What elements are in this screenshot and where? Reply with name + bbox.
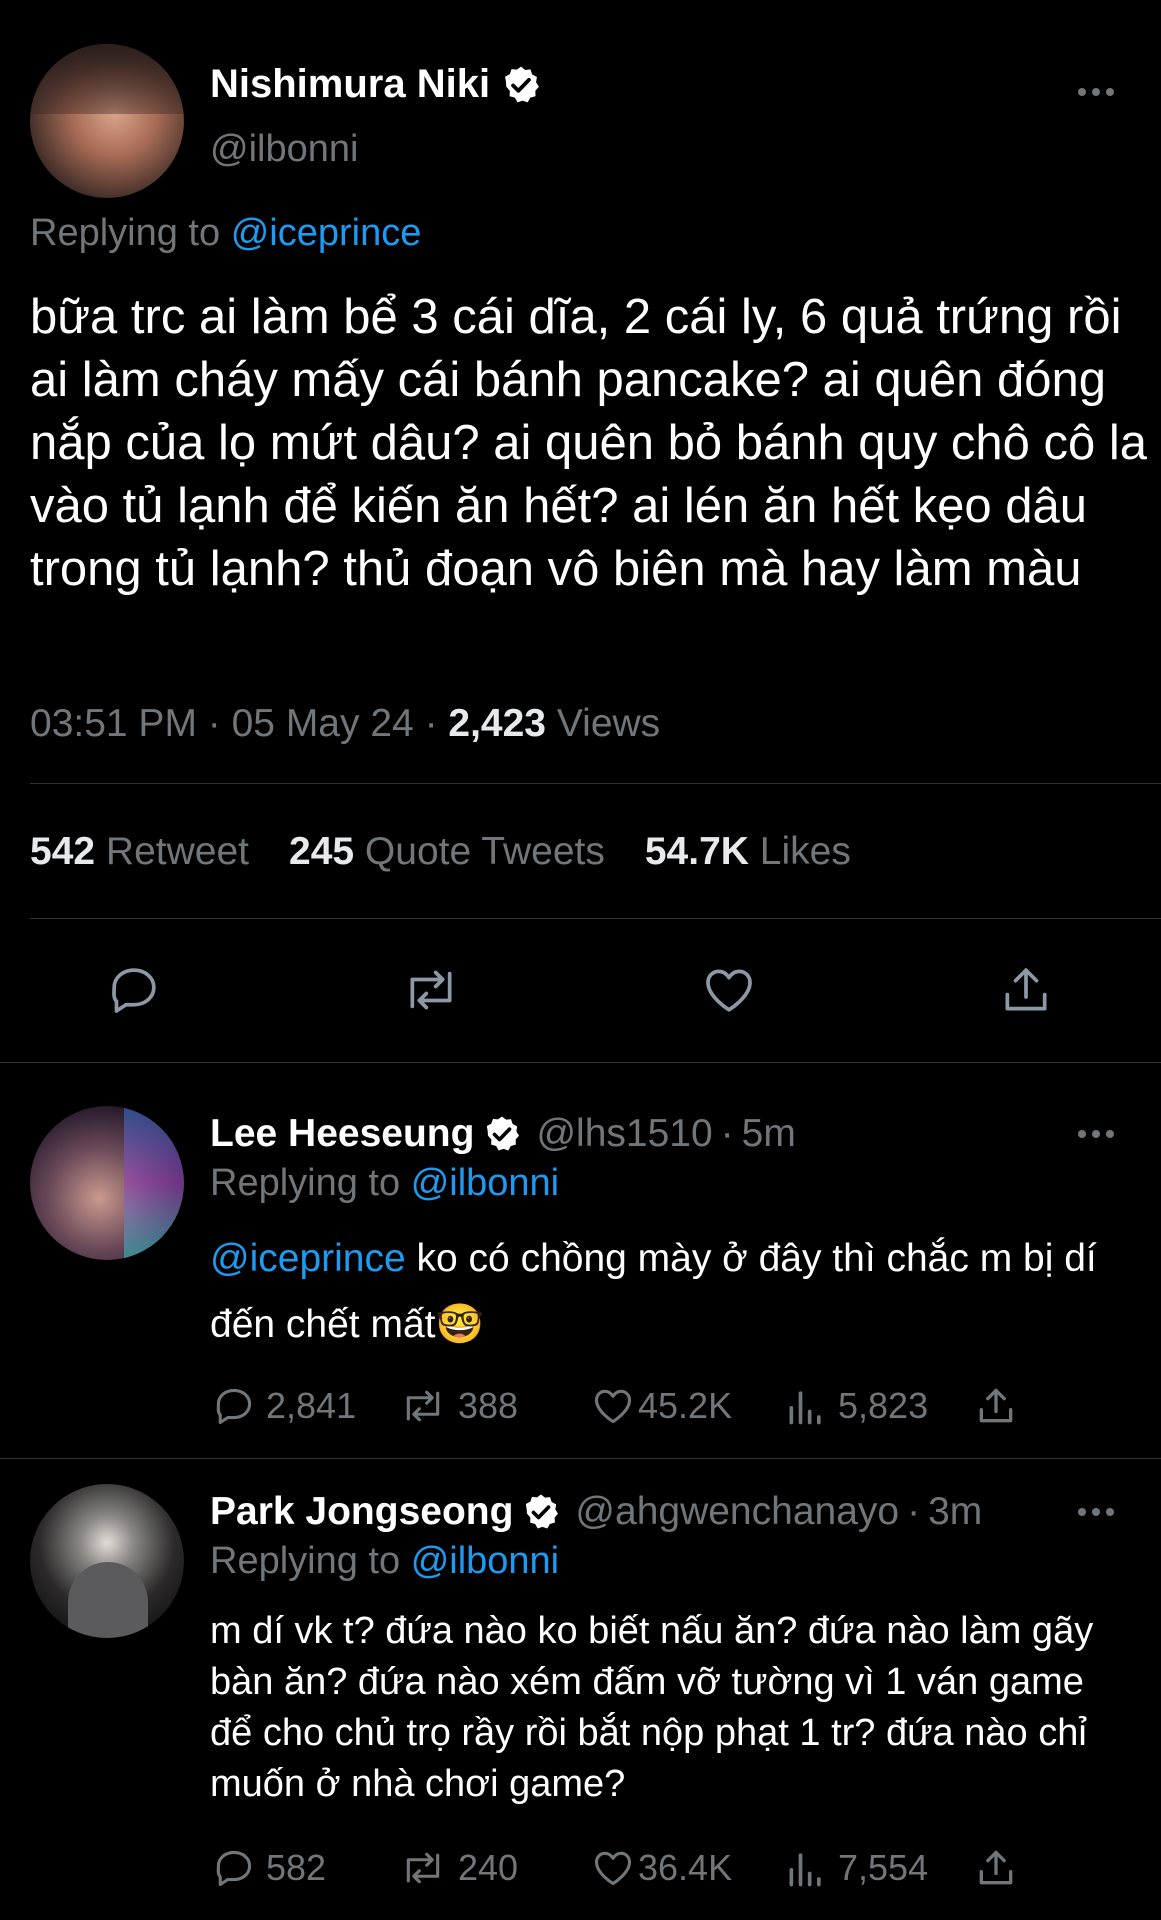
replying-mention-link[interactable]: @iceprince xyxy=(231,212,422,254)
quotes-label: Quote Tweets xyxy=(364,830,605,873)
views-count: 5,823 xyxy=(838,1385,929,1426)
like-action[interactable]: 45.2K xyxy=(590,1384,732,1428)
retweet-count: 240 xyxy=(458,1847,519,1888)
retweet-button[interactable] xyxy=(400,962,462,1018)
views-icon xyxy=(789,1853,821,1887)
tweet-age: 3m xyxy=(928,1490,983,1533)
retweet-action[interactable]: 388 xyxy=(398,1384,518,1428)
verified-badge-icon xyxy=(482,1114,522,1154)
reply-action[interactable]: 2,841 xyxy=(212,1384,356,1428)
retweet-count: 388 xyxy=(458,1385,519,1426)
avatar[interactable] xyxy=(30,1484,184,1638)
reply-count: 2,841 xyxy=(266,1385,357,1426)
tweet-date: 05 May 24 xyxy=(231,702,414,745)
retweets-stat[interactable]: 542 Retweet xyxy=(30,830,249,874)
author-name[interactable]: Nishimura Niki xyxy=(210,62,490,107)
heart-icon xyxy=(594,1851,632,1886)
reply-button[interactable] xyxy=(106,962,162,1018)
heart-icon xyxy=(594,1389,632,1424)
verified-badge-icon xyxy=(500,64,542,106)
reply-icon xyxy=(112,968,156,1013)
author-name[interactable]: Lee Heeseung xyxy=(210,1112,474,1156)
divider xyxy=(30,783,1161,784)
like-action[interactable]: 36.4K xyxy=(590,1846,732,1890)
views-count: 7,554 xyxy=(838,1847,929,1888)
share-icon xyxy=(1005,968,1047,1011)
replying-to: Replying to @ilbonni xyxy=(210,1162,559,1205)
divider xyxy=(30,918,1161,919)
avatar[interactable] xyxy=(30,1106,184,1260)
share-icon xyxy=(979,1850,1013,1885)
author-handle[interactable]: @ilbonni xyxy=(210,128,358,171)
reply-icon xyxy=(216,1850,252,1887)
more-options-icon[interactable] xyxy=(1078,1130,1114,1138)
more-options-icon[interactable] xyxy=(1078,1508,1114,1516)
views-label: Views xyxy=(556,702,661,745)
views-action[interactable]: 7,554 xyxy=(784,1846,928,1890)
replying-label: Replying to xyxy=(210,1162,401,1204)
retweet-icon xyxy=(410,970,452,1010)
more-options-icon[interactable] xyxy=(1078,88,1114,96)
replying-label: Replying to xyxy=(210,1540,401,1582)
replying-mention-link[interactable]: @ilbonni xyxy=(411,1162,559,1204)
author-handle[interactable]: @ahgwenchanayo xyxy=(575,1490,899,1534)
tweet-meta: 03:51 PM · 05 May 24 · 2,423 Views xyxy=(30,702,661,745)
divider xyxy=(0,1458,1161,1459)
quotes-count: 245 xyxy=(289,830,355,873)
engagement-stats: 542 Retweet 245 Quote Tweets 54.7K Likes xyxy=(30,830,851,874)
avatar[interactable] xyxy=(30,44,184,198)
like-count: 45.2K xyxy=(638,1385,733,1426)
replying-label: Replying to xyxy=(30,212,221,254)
mention-link[interactable]: @iceprince xyxy=(210,1237,406,1280)
likes-stat[interactable]: 54.7K Likes xyxy=(645,830,851,874)
replying-to: Replying to @ilbonni xyxy=(210,1540,559,1583)
reply-body: m dí vk t? đứa nào ko biết nấu ăn? đứa n… xyxy=(210,1610,1094,1805)
share-action[interactable] xyxy=(974,1384,1018,1428)
reply-action[interactable]: 582 xyxy=(212,1846,326,1890)
share-button[interactable] xyxy=(998,962,1054,1018)
retweet-icon xyxy=(406,1390,440,1422)
quotes-stat[interactable]: 245 Quote Tweets xyxy=(289,830,605,874)
retweets-count: 542 xyxy=(30,830,96,873)
views-icon xyxy=(789,1391,821,1425)
retweet-icon xyxy=(406,1852,440,1884)
author-name[interactable]: Park Jongseong xyxy=(210,1490,513,1534)
likes-count: 54.7K xyxy=(644,830,749,873)
likes-label: Likes xyxy=(759,830,851,873)
author-name-row: Nishimura Niki xyxy=(210,62,542,107)
verified-badge-icon xyxy=(521,1492,561,1532)
retweet-action[interactable]: 240 xyxy=(398,1846,518,1890)
views-count: 2,423 xyxy=(448,702,546,745)
reply-header: Park Jongseong @ahgwenchanayo · 3m xyxy=(210,1490,983,1534)
share-icon xyxy=(979,1388,1013,1423)
replying-to: Replying to @iceprince xyxy=(30,212,421,255)
tweet-time: 03:51 PM xyxy=(30,702,197,745)
reply-text: @iceprince ko có chồng mày ở đây thì chắ… xyxy=(210,1226,1130,1358)
reply-count: 582 xyxy=(266,1847,327,1888)
share-action[interactable] xyxy=(974,1846,1018,1890)
like-count: 36.4K xyxy=(638,1847,733,1888)
divider xyxy=(0,1062,1161,1063)
retweets-label: Retweet xyxy=(105,830,249,873)
views-action[interactable]: 5,823 xyxy=(784,1384,928,1428)
reply-icon xyxy=(216,1388,252,1425)
tweet-text: bữa trc ai làm bể 3 cái dĩa, 2 cái ly, 6… xyxy=(30,290,1148,596)
tweet-age: 5m xyxy=(741,1112,796,1155)
reply-header: Lee Heeseung @lhs1510 · 5m xyxy=(210,1112,796,1156)
heart-icon xyxy=(706,969,752,1012)
author-handle[interactable]: @lhs1510 xyxy=(536,1112,712,1156)
replying-mention-link[interactable]: @ilbonni xyxy=(411,1540,559,1582)
like-button[interactable] xyxy=(700,962,758,1018)
